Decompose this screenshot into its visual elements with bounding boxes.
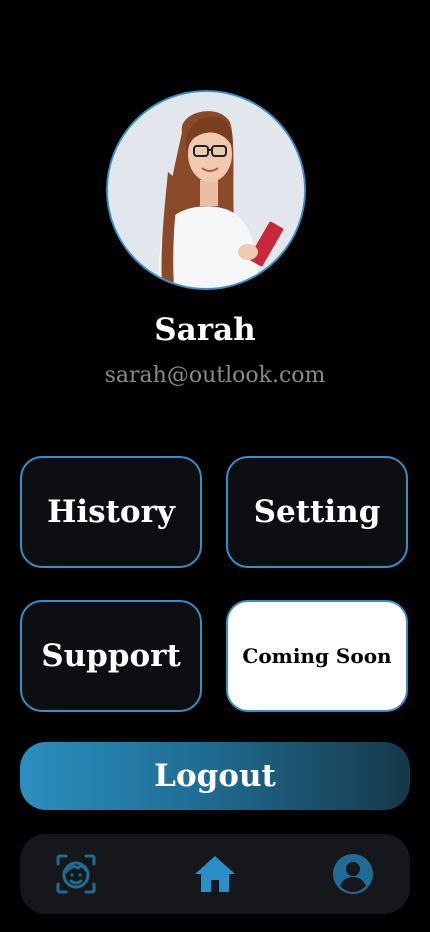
nav-profile[interactable] [331, 852, 375, 896]
profile-photo [108, 92, 304, 288]
profile-name: Sarah [154, 312, 256, 348]
face-scan-icon [56, 854, 96, 894]
setting-label: Setting [253, 494, 381, 530]
nav-home[interactable] [193, 852, 237, 896]
coming-soon-label: Coming Soon [242, 644, 392, 668]
avatar [106, 90, 306, 290]
support-label: Support [41, 638, 181, 674]
bottom-nav [20, 834, 410, 914]
profile-email: sarah@outlook.com [104, 363, 326, 388]
nav-face-scan[interactable] [54, 852, 98, 896]
logout-label: Logout [154, 758, 276, 794]
support-button[interactable]: Support [20, 600, 202, 712]
logout-button[interactable]: Logout [20, 742, 410, 810]
home-icon [195, 856, 235, 892]
profile-icon [333, 854, 373, 894]
coming-soon-button[interactable]: Coming Soon [226, 600, 408, 712]
setting-button[interactable]: Setting [226, 456, 408, 568]
history-label: History [47, 494, 175, 530]
history-button[interactable]: History [20, 456, 202, 568]
